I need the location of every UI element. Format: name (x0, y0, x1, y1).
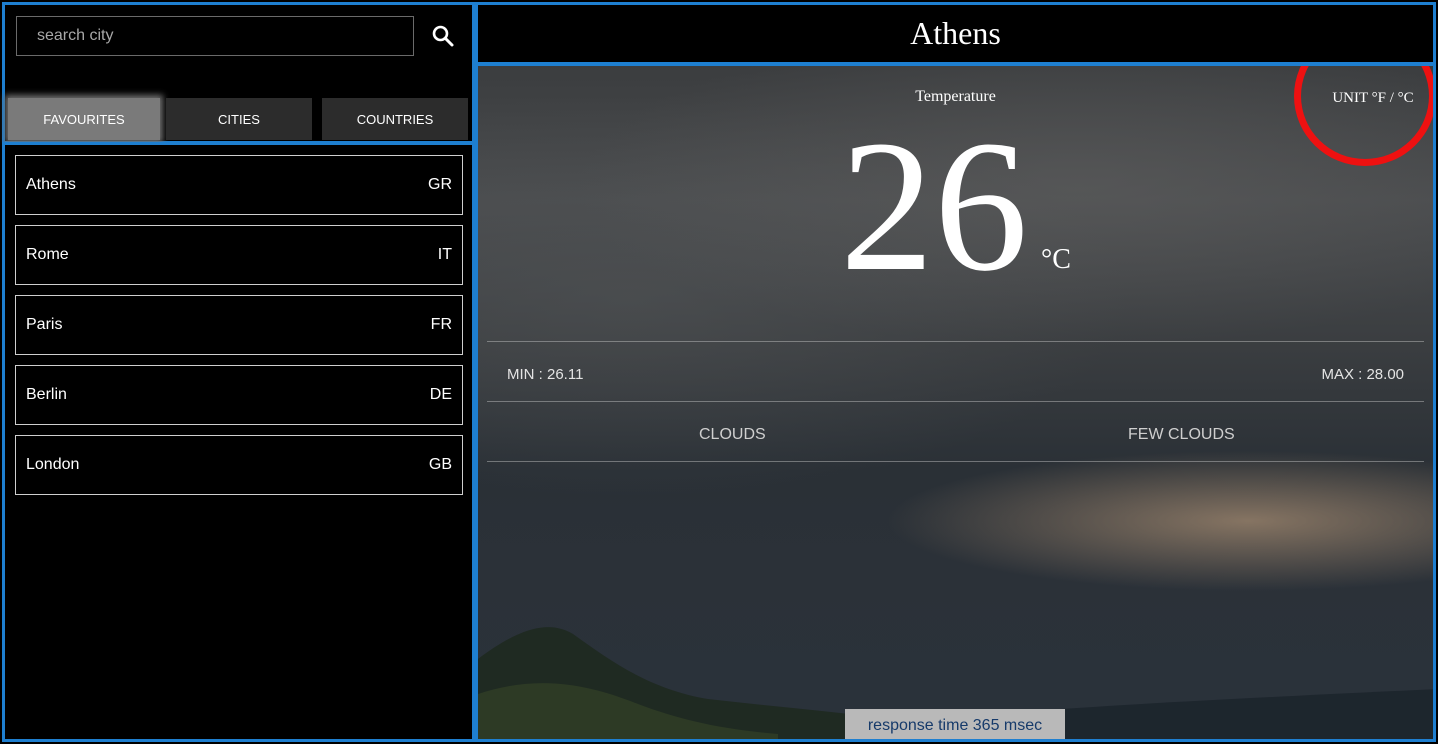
unit-toggle[interactable]: UNIT °F / °C (1328, 86, 1418, 110)
min-temperature: MIN : 26.11 (507, 366, 584, 383)
favourites-panel: Athens GR Rome IT Paris FR Berlin DE Lon… (2, 142, 475, 742)
country-code: IT (437, 246, 452, 263)
tab-countries[interactable]: COUNTRIES (322, 98, 468, 140)
list-item[interactable]: Athens GR (15, 155, 463, 215)
list-item[interactable]: Paris FR (15, 295, 463, 355)
country-code: GR (428, 176, 452, 193)
weather-description: FEW CLOUDS (1128, 426, 1235, 443)
divider (487, 341, 1424, 342)
page-title: Athens (910, 15, 1001, 51)
city-header: Athens (475, 2, 1436, 65)
temperature-value: 26 (840, 101, 1028, 310)
search-button[interactable] (429, 23, 457, 51)
city-name: Berlin (26, 386, 67, 403)
country-code: GB (428, 456, 452, 473)
search-icon (432, 25, 454, 46)
weather-panel: Temperature UNIT °F / °C 26 °C MIN : 26.… (475, 63, 1436, 742)
search-panel: FAVOURITES CITIES COUNTRIES (2, 2, 475, 144)
country-code: FR (430, 316, 452, 333)
list-item[interactable]: Rome IT (15, 225, 463, 285)
city-name: Paris (26, 316, 63, 333)
favourites-list: Athens GR Rome IT Paris FR Berlin DE Lon… (15, 155, 463, 505)
country-code: DE (429, 386, 452, 403)
highlight-circle-annotation (1294, 66, 1433, 166)
response-time-badge: response time 365 msec (845, 709, 1065, 739)
city-name: Rome (26, 246, 69, 263)
divider (487, 401, 1424, 402)
list-item[interactable]: London GB (15, 435, 463, 495)
city-name: London (26, 456, 80, 473)
search-input[interactable] (16, 16, 414, 56)
tab-cities[interactable]: CITIES (166, 98, 312, 140)
tab-favourites[interactable]: FAVOURITES (8, 98, 160, 140)
temperature-unit: °C (1041, 244, 1071, 275)
list-item[interactable]: Berlin DE (15, 365, 463, 425)
max-temperature: MAX : 28.00 (1321, 366, 1404, 383)
divider (487, 461, 1424, 462)
city-name: Athens (26, 176, 76, 193)
weather-main: CLOUDS (699, 426, 766, 443)
